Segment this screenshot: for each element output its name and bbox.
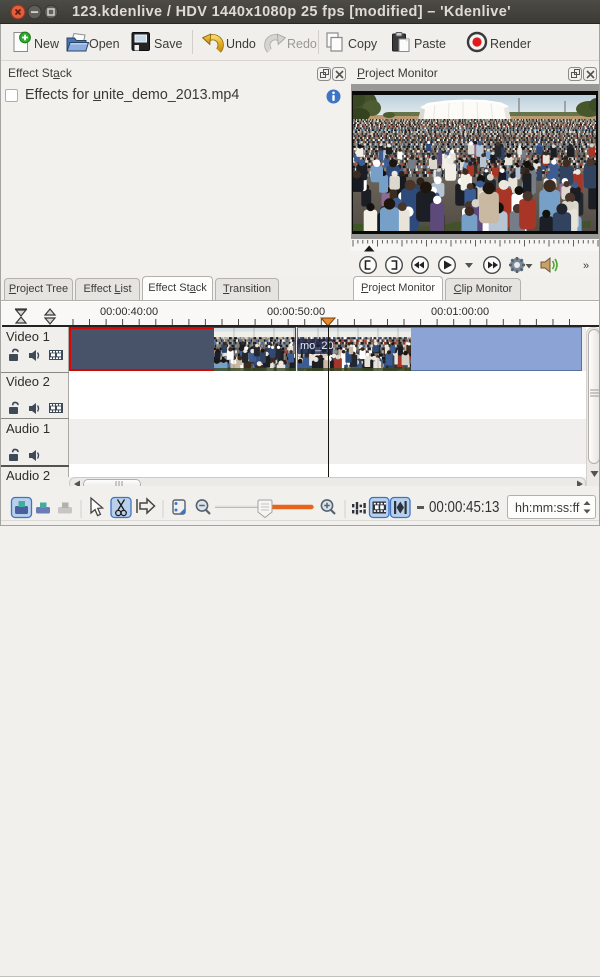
svg-text:»: » (583, 260, 589, 272)
svg-text:00:00:50:00: 00:00:50:00 (267, 306, 325, 318)
svg-text:00:01:00:00: 00:01:00:00 (431, 306, 489, 318)
svg-text:00:00:40:00: 00:00:40:00 (100, 306, 158, 318)
